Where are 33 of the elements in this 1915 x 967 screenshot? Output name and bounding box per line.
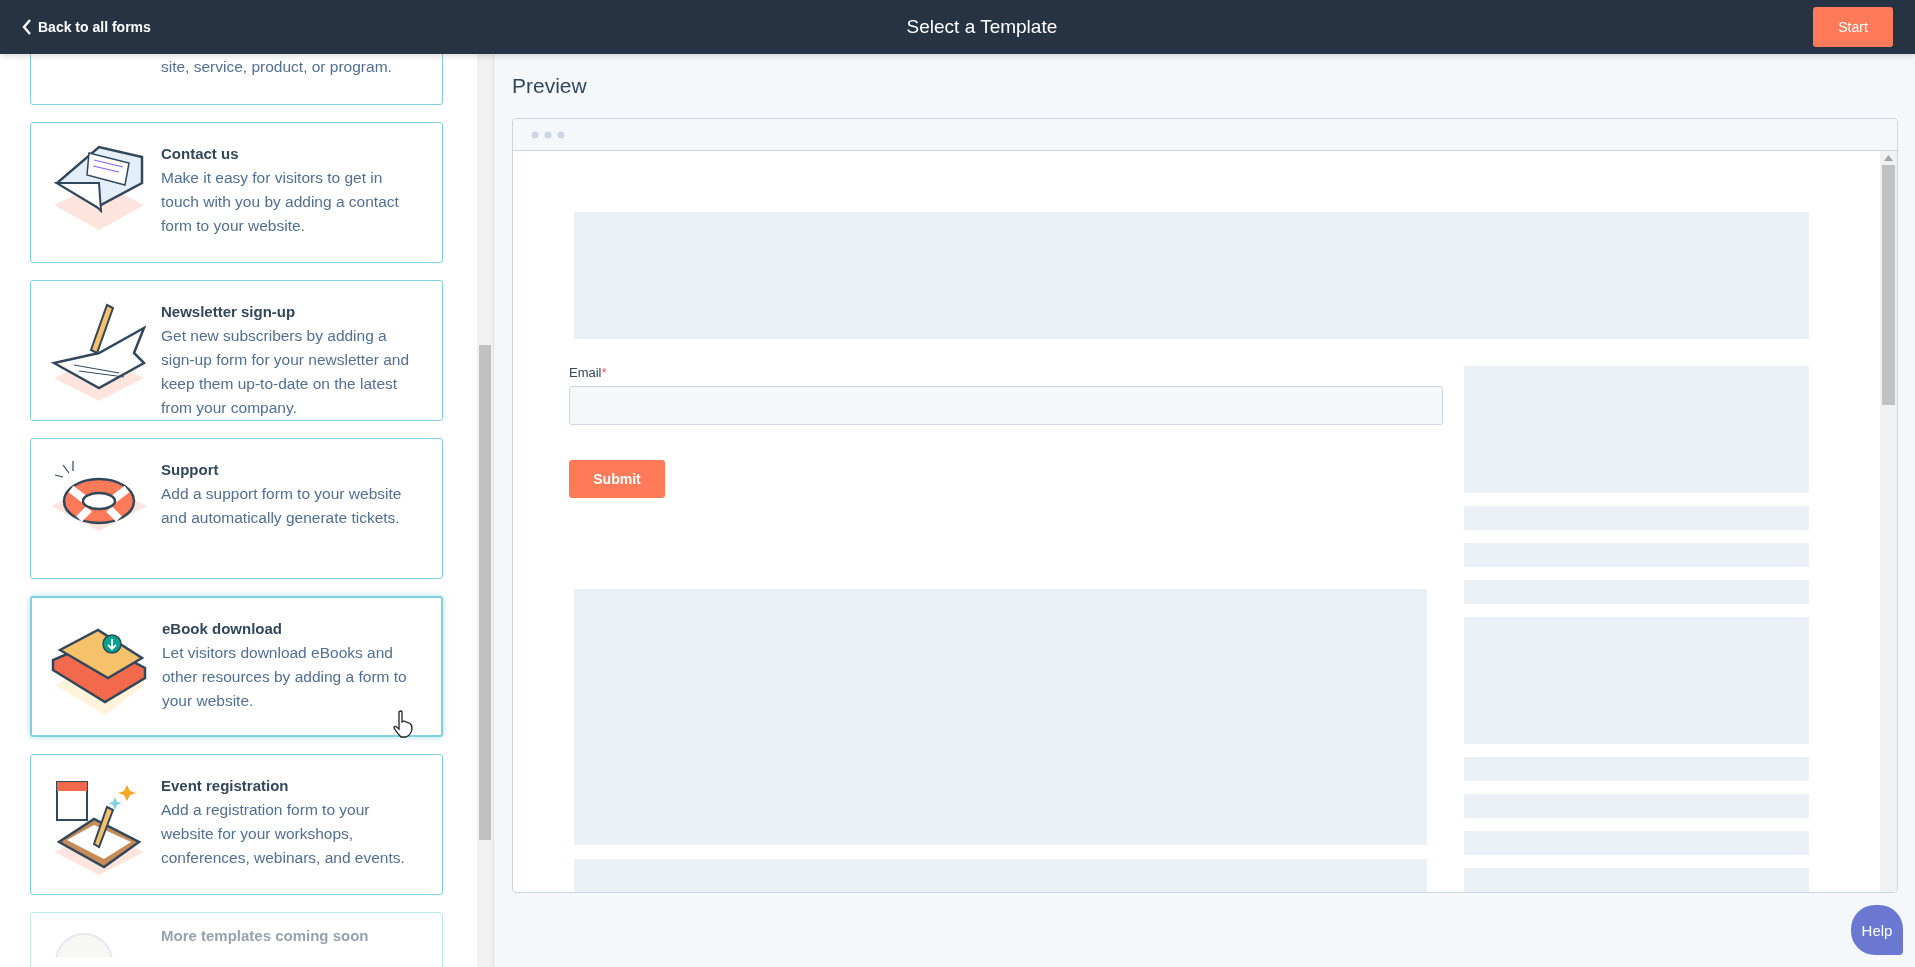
template-description: site, service, product, or program. (161, 57, 393, 77)
pencil-paper-icon (49, 303, 149, 403)
help-button[interactable]: Help (1851, 905, 1903, 955)
template-title: More templates coming soon (161, 927, 370, 944)
page-title: Select a Template (905, 16, 1059, 38)
template-description: Add a support form to your website and automatically generate tickets. (161, 484, 403, 528)
back-link[interactable]: Back to all forms (22, 19, 151, 35)
template-title: eBook download (162, 620, 283, 637)
template-description: Let visitors download eBooks and other resources by adding a form to your website. (162, 643, 408, 711)
scrollbar-thumb[interactable] (1882, 165, 1895, 405)
field-label: Email* (569, 365, 607, 380)
template-title: Event registration (161, 777, 290, 794)
chevron-left-icon (22, 19, 32, 35)
template-title: Newsletter sign-up (161, 303, 297, 320)
template-card[interactable]: site, service, product, or program. (30, 54, 443, 105)
template-card[interactable]: Event registration Add a registration form to your website for your workshops, conferences, webinars, and events. (30, 754, 443, 895)
template-description: Add a registration form to your website for your workshops, conferences, webinars, and events. (161, 800, 406, 868)
scroll-up-icon[interactable] (1884, 155, 1893, 161)
scrollbar[interactable] (1880, 151, 1897, 892)
window-dots-icon (531, 130, 565, 139)
template-card[interactable]: eBook download Let visitors download eBooks and other resources by adding a form to your website. (30, 596, 443, 737)
scrollbar-thumb[interactable] (479, 345, 491, 840)
scrollbar[interactable] (477, 54, 493, 967)
template-title: Contact us (161, 145, 240, 162)
template-title: Support (161, 461, 220, 478)
template-description: Get new subscribers by adding a sign-up form for your newsletter and keep them up-to-date on the latest from your company. (161, 326, 411, 418)
email-field[interactable] (569, 386, 1443, 425)
preview-heading: Preview (512, 74, 588, 98)
template-card[interactable]: Newsletter sign-up Get new subscribers by adding a sign-up form for your newsletter and keep them up-to-date on the latest from your company. (30, 280, 443, 421)
template-card[interactable]: Support Add a support form to your website and automatically generate tickets. (30, 438, 443, 579)
template-card[interactable]: Contact us Make it easy for visitors to get in touch with you by adding a contact form to your website. (30, 122, 443, 263)
template-description: Make it easy for visitors to get in touch with you by adding a contact form to your website. (161, 168, 400, 236)
hand-cursor-icon (392, 710, 414, 738)
